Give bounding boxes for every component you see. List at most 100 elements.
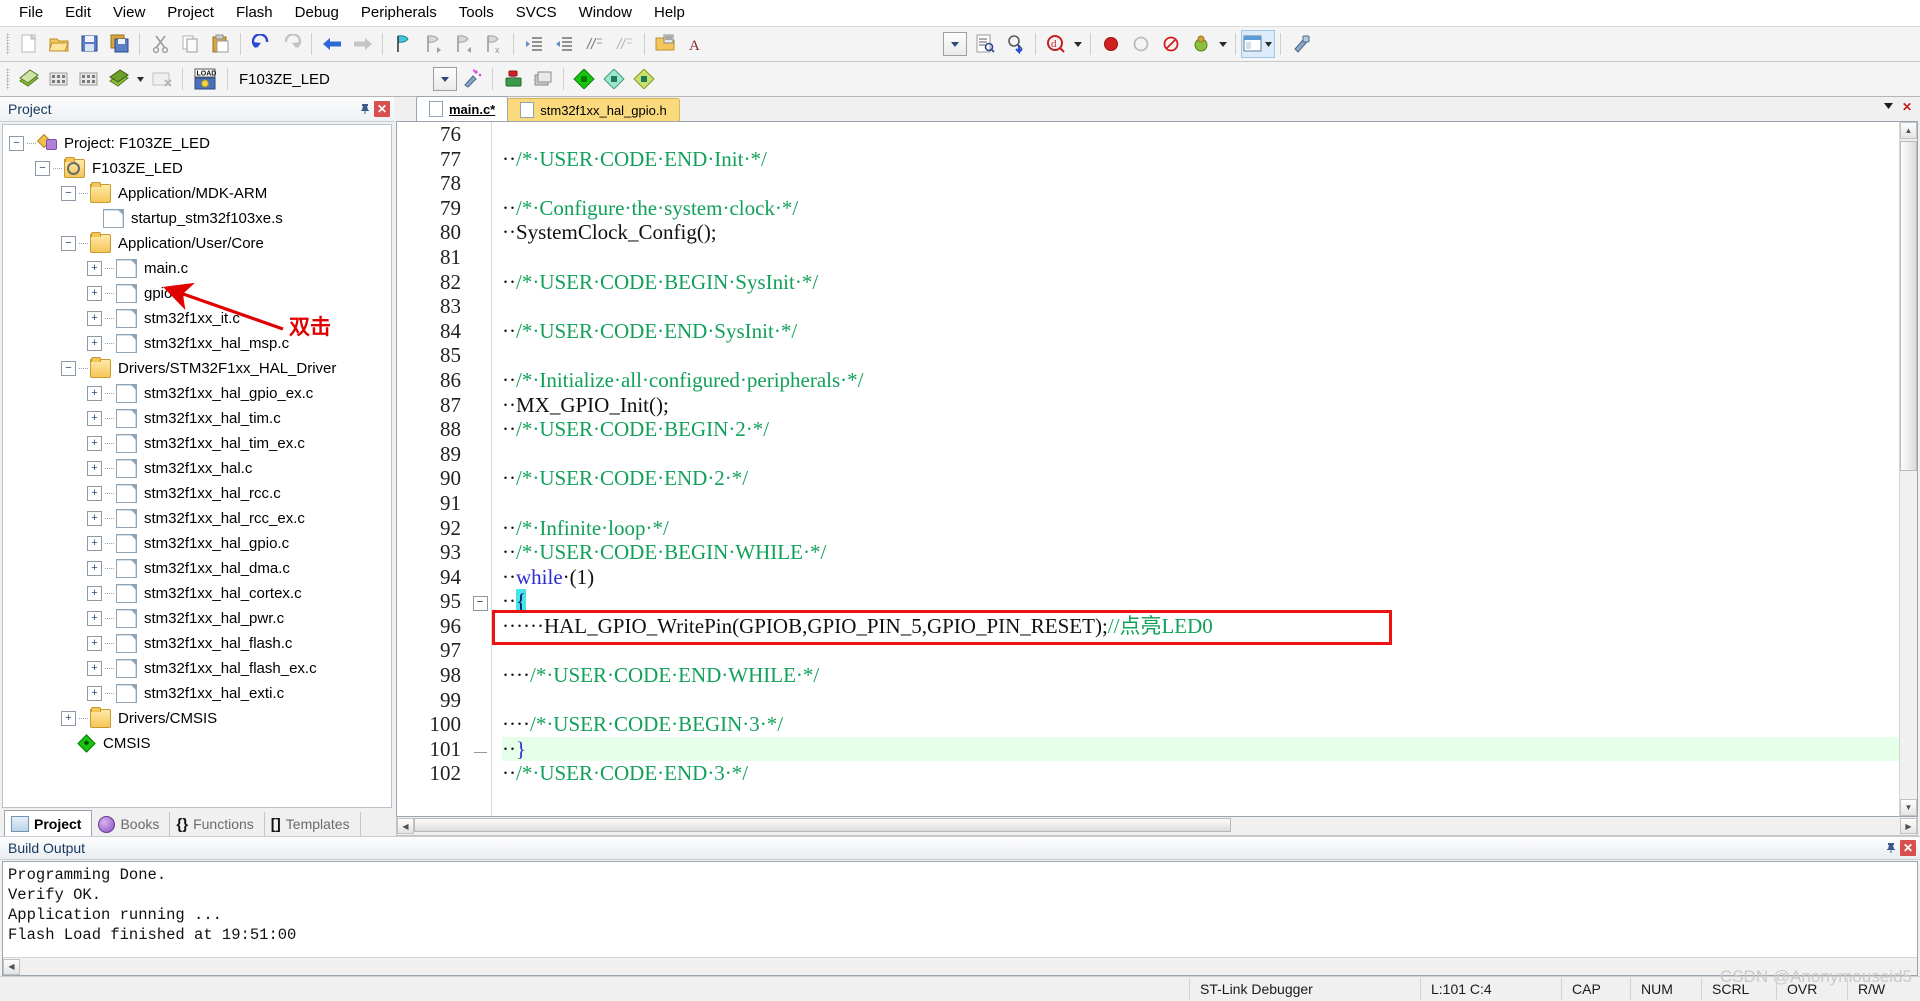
code-line[interactable]: ··MX_GPIO_Init(); [502, 393, 1899, 418]
tree-expander-plus-icon[interactable]: + [87, 686, 102, 701]
find-dropdown[interactable] [943, 32, 967, 56]
tree-expander-minus-icon[interactable]: − [35, 161, 50, 176]
batch-build-icon[interactable] [104, 65, 134, 93]
menu-item-edit[interactable]: Edit [54, 1, 102, 25]
debug-dropdown-arrow-icon[interactable] [1216, 30, 1230, 58]
minimize-icon[interactable] [1883, 100, 1895, 114]
bookmark-prev-icon[interactable] [418, 30, 448, 58]
fold-marker[interactable] [469, 688, 491, 713]
outdent-icon[interactable] [549, 30, 579, 58]
code-line[interactable] [502, 294, 1899, 319]
scroll-left-icon[interactable]: ◀ [397, 818, 414, 834]
scroll-track[interactable] [1900, 139, 1917, 799]
save-all-icon[interactable] [104, 30, 134, 58]
target-selector-dropdown[interactable] [433, 67, 457, 91]
tree-expander-plus-icon[interactable]: + [87, 286, 102, 301]
fold-marker[interactable] [469, 171, 491, 196]
editor-vertical-scrollbar[interactable]: ▲ ▼ [1899, 122, 1917, 816]
code-line[interactable] [502, 688, 1899, 713]
tree-expander-minus-icon[interactable]: − [61, 361, 76, 376]
tree-item[interactable]: − Application/User/Core [9, 231, 391, 256]
tree-item[interactable]: − Project: F103ZE_LED [9, 131, 391, 156]
scroll-right-icon[interactable]: ▶ [1900, 818, 1917, 834]
tree-item[interactable]: + stm32f1xx_hal_pwr.c [9, 606, 391, 631]
fold-marker[interactable]: − [469, 589, 491, 614]
pack-installer3-icon[interactable] [629, 65, 659, 93]
menu-item-peripherals[interactable]: Peripherals [350, 1, 448, 25]
save-icon[interactable] [74, 30, 104, 58]
tree-item[interactable]: + stm32f1xx_hal_tim.c [9, 406, 391, 431]
code-line[interactable]: ··/*·USER·CODE·END·3·*/ [502, 761, 1899, 786]
new-file-icon[interactable] [14, 30, 44, 58]
code-line[interactable] [502, 442, 1899, 467]
tree-expander-plus-icon[interactable]: + [87, 311, 102, 326]
tree-expander-plus-icon[interactable]: + [87, 611, 102, 626]
navigate-back-icon[interactable] [317, 30, 347, 58]
tree-expander-plus-icon[interactable]: + [87, 511, 102, 526]
undo-icon[interactable] [246, 30, 276, 58]
tree-item[interactable]: + stm32f1xx_hal_msp.c [9, 331, 391, 356]
tree-expander-plus-icon[interactable]: + [87, 636, 102, 651]
tree-item[interactable]: − F103ZE_LED [9, 156, 391, 181]
tree-item[interactable]: CMSIS [9, 731, 391, 756]
fold-marker[interactable] [469, 614, 491, 639]
fold-marker[interactable] [469, 466, 491, 491]
build-output-body[interactable]: Programming Done. Verify OK. Application r… [2, 861, 1918, 976]
tree-item[interactable]: + stm32f1xx_hal_flash_ex.c [9, 656, 391, 681]
menu-item-tools[interactable]: Tools [448, 1, 505, 25]
scroll-down-icon[interactable]: ▼ [1900, 799, 1917, 816]
tree-item[interactable]: + stm32f1xx_hal_gpio.c [9, 531, 391, 556]
paste-icon[interactable] [205, 30, 235, 58]
fold-marker[interactable] [469, 737, 491, 762]
menu-item-flash[interactable]: Flash [225, 1, 284, 25]
find-combo-icon[interactable] [940, 30, 970, 58]
debug-icon[interactable] [1186, 30, 1216, 58]
code-line[interactable]: ··/*·USER·CODE·BEGIN·2·*/ [502, 417, 1899, 442]
font-icon[interactable]: A [680, 30, 710, 58]
configure-icon[interactable] [1286, 30, 1316, 58]
code-line[interactable]: ··} [502, 736, 1899, 762]
comment-icon[interactable]: // [579, 30, 609, 58]
build-icon[interactable] [44, 65, 74, 93]
fold-marker[interactable] [469, 294, 491, 319]
menu-item-debug[interactable]: Debug [284, 1, 350, 25]
tree-item[interactable]: + main.c [9, 256, 391, 281]
tree-expander-plus-icon[interactable]: + [87, 386, 102, 401]
stop-build-icon[interactable] [147, 65, 177, 93]
redo-icon[interactable] [276, 30, 306, 58]
h-scroll-thumb[interactable] [414, 818, 1232, 832]
editor-tab-active[interactable]: main.c* [416, 96, 509, 121]
tree-item[interactable]: + stm32f1xx_hal_flash.c [9, 631, 391, 656]
pin-icon[interactable] [356, 100, 374, 118]
multiproject-icon[interactable] [528, 65, 558, 93]
bookmark-clear-icon[interactable]: x [478, 30, 508, 58]
tree-expander-plus-icon[interactable]: + [61, 711, 76, 726]
fold-marker[interactable] [469, 319, 491, 344]
tree-expander-plus-icon[interactable]: + [87, 536, 102, 551]
fold-marker[interactable] [469, 761, 491, 786]
fold-marker[interactable] [469, 343, 491, 368]
tree-expander-plus-icon[interactable]: + [87, 436, 102, 451]
code-line[interactable]: ··/*·USER·CODE·END·Init·*/ [502, 147, 1899, 172]
tree-item[interactable]: + stm32f1xx_hal_exti.c [9, 681, 391, 706]
code-line[interactable]: ··/*·Configure·the·system·clock·*/ [502, 196, 1899, 221]
search-icon[interactable]: d [1041, 30, 1071, 58]
close-icon[interactable]: ✕ [374, 101, 390, 117]
fold-marker[interactable] [469, 491, 491, 516]
code-line[interactable] [502, 122, 1899, 147]
tree-expander-plus-icon[interactable]: + [87, 336, 102, 351]
bookmark-toggle-icon[interactable] [388, 30, 418, 58]
load-icon[interactable]: LOAD [188, 65, 222, 93]
tree-item[interactable]: + stm32f1xx_hal_cortex.c [9, 581, 391, 606]
fold-marker[interactable] [469, 245, 491, 270]
bookmark-next-icon[interactable] [448, 30, 478, 58]
fold-marker[interactable] [469, 442, 491, 467]
break-icon[interactable] [1156, 30, 1186, 58]
project-pane-tab-functions[interactable]: {} Functions [170, 812, 265, 836]
fold-marker[interactable] [469, 393, 491, 418]
menu-item-help[interactable]: Help [643, 1, 696, 25]
uncomment-icon[interactable]: // [609, 30, 639, 58]
code-line[interactable] [502, 171, 1899, 196]
project-pane-tab-books[interactable]: Books [92, 812, 171, 836]
record-icon[interactable] [1096, 30, 1126, 58]
